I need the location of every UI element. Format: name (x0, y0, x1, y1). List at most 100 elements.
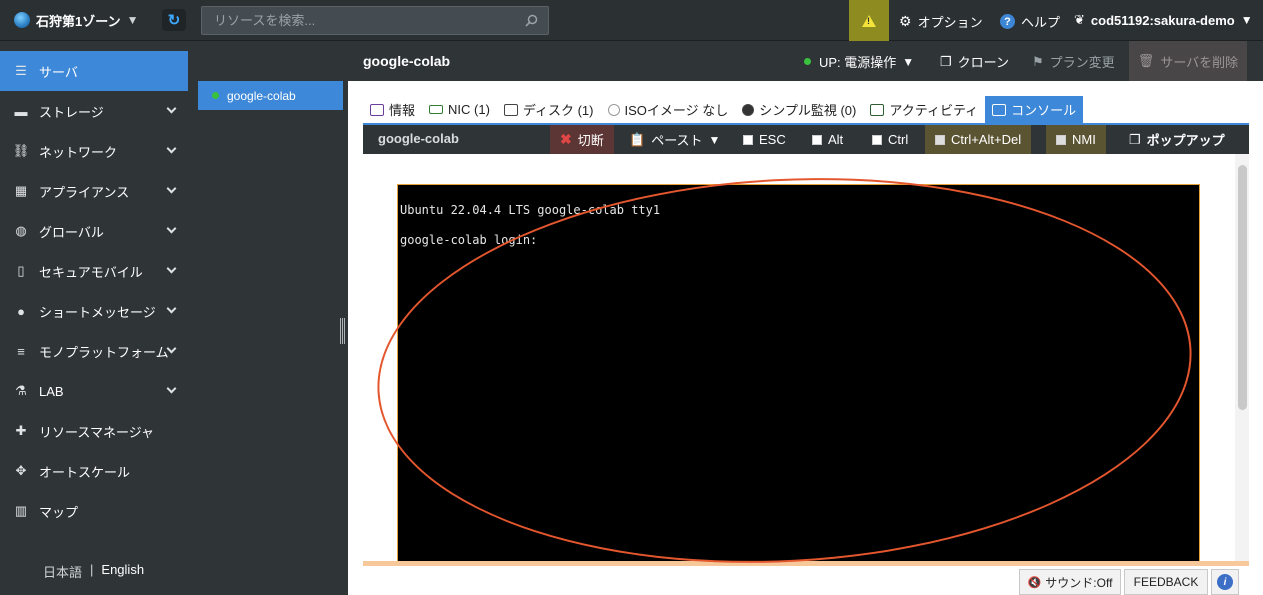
caret-down-icon: ▼ (1240, 13, 1253, 27)
sidebar-item[interactable]: ▯ セキュアモバイル (0, 251, 188, 291)
close-icon: ✖ (560, 131, 572, 147)
tab-activity[interactable]: アクティビティ (863, 96, 985, 123)
feedback-button[interactable]: FEEDBACK (1124, 569, 1208, 595)
chevron-down-icon (166, 223, 177, 234)
user-label: cod51192:sakura-demo (1090, 12, 1235, 28)
info-button[interactable]: i (1211, 569, 1239, 595)
sidebar-item-label: LAB (39, 383, 64, 399)
tab-label: コンソール (1011, 103, 1077, 118)
help-icon: ? (1000, 14, 1015, 29)
keyboard-icon (935, 134, 945, 145)
speaker-muted-icon: 🔇 (1027, 576, 1042, 589)
disconnect-label: 切断 (577, 133, 604, 148)
clone-button[interactable]: ❐ クローン (940, 52, 1009, 71)
power-button[interactable]: UP: 電源操作 ▼ (804, 52, 914, 71)
console-title: google-colab (378, 131, 459, 146)
network-icon: ⛓ (12, 143, 30, 158)
sidebar-item[interactable]: ◍ グローバル (0, 211, 188, 251)
sidebar-item[interactable]: ▬ ストレージ (0, 91, 188, 131)
resize-handle[interactable] (340, 318, 347, 344)
window-icon: ❐ (1129, 131, 1141, 147)
sidebar-item[interactable]: ▥ マップ (0, 491, 188, 531)
puzzle-icon: ✚ (15, 423, 27, 438)
sidebar-item[interactable]: ☰ サーバ (0, 51, 188, 91)
console-screen[interactable]: Ubuntu 22.04.4 LTS google-colab tty1 goo… (397, 184, 1200, 564)
warning-icon: ! (862, 14, 876, 27)
sound-label: サウンド:Off (1045, 575, 1113, 590)
nmi-button[interactable]: NMI (1046, 125, 1106, 154)
sidebar-item[interactable]: ⛓ ネットワーク (0, 131, 188, 171)
sidebar-item-label: ストレージ (39, 104, 104, 120)
paste-label: ペースト (651, 133, 703, 148)
monitor-icon (992, 103, 1007, 116)
status-up-icon (804, 58, 811, 65)
chevron-down-icon (166, 143, 177, 154)
server-icon: ☰ (15, 63, 27, 78)
delete-server-button[interactable]: 🗑 サーバを削除 (1129, 41, 1247, 81)
esc-toggle[interactable]: ESC (733, 125, 796, 154)
sidebar-item-label: ネットワーク (39, 144, 118, 160)
sound-toggle[interactable]: 🔇 サウンド:Off (1019, 569, 1121, 595)
clipboard-icon: 📋 (629, 131, 646, 147)
lang-ja-link[interactable]: 日本語 (43, 562, 82, 581)
alt-label: Alt (828, 132, 844, 147)
keyboard-icon (1056, 134, 1066, 145)
warning-button[interactable]: ! (849, 0, 889, 41)
clone-label: クローン (957, 55, 1010, 70)
sidebar-item[interactable]: ⚗ LAB (0, 371, 188, 411)
cd-icon (607, 103, 620, 116)
storage-icon: ▬ (14, 103, 28, 119)
refresh-icon[interactable]: ↻ (162, 9, 186, 31)
zone-selector[interactable]: 石狩第1ゾーン ▼ (14, 10, 138, 30)
paste-button[interactable]: 📋 ペースト ▼ (619, 125, 730, 154)
status-up-icon (212, 92, 219, 99)
help-link[interactable]: ? ヘルプ (1000, 12, 1060, 31)
tab-info[interactable]: 情報 (363, 96, 422, 123)
options-link[interactable]: ⚙ オプション (899, 12, 983, 31)
server-list-panel (188, 41, 348, 595)
sidebar-item[interactable]: ≡ モノプラットフォーム (0, 331, 188, 371)
search-input[interactable] (212, 12, 512, 29)
page-title: google-colab (363, 53, 451, 69)
plan-change-button[interactable]: ⚑ プラン変更 (1032, 52, 1115, 71)
ctrl-toggle[interactable]: Ctrl (862, 125, 918, 154)
chevron-down-icon (166, 263, 177, 274)
tab-nic[interactable]: NIC (1) (422, 96, 497, 123)
nic-icon (429, 105, 444, 114)
disconnect-button[interactable]: ✖ 切断 (550, 125, 614, 154)
search-icon[interactable] (525, 14, 538, 27)
mobile-icon: ▯ (17, 263, 25, 278)
flask-icon: ⚗ (15, 383, 27, 398)
caret-down-icon: ▼ (708, 132, 721, 147)
search-box (201, 6, 549, 35)
sidebar-item-label: マップ (39, 504, 79, 520)
alt-toggle[interactable]: Alt (802, 125, 853, 154)
user-menu[interactable]: ❦ cod51192:sakura-demo ▼ (1074, 12, 1253, 28)
sidebar-item[interactable]: ▦ アプライアンス (0, 171, 188, 211)
checkbox-icon (743, 134, 753, 145)
ctrl-alt-del-button[interactable]: Ctrl+Alt+Del (925, 125, 1032, 154)
sidebar-item[interactable]: ● ショートメッセージ (0, 291, 188, 331)
tab-console[interactable]: コンソール (985, 96, 1084, 123)
server-list-item[interactable]: google-colab (198, 81, 343, 110)
tab-monitoring[interactable]: シンプル監視 (0) (735, 96, 863, 123)
console-toolbar: google-colab ✖ 切断 📋 ペースト ▼ ESC Alt Ctrl Ctr… (363, 123, 1249, 154)
zone-label: 石狩第1ゾーン (36, 13, 121, 29)
checkbox-icon (812, 134, 822, 145)
disk-icon (503, 103, 518, 116)
scrollbar-thumb[interactable] (1238, 165, 1247, 410)
server-list-item-label: google-colab (227, 88, 296, 103)
lang-en-link[interactable]: English (101, 562, 144, 581)
popup-button[interactable]: ❐ ポップアップ (1119, 125, 1235, 154)
tab-label: 情報 (389, 103, 416, 118)
console-line: google-colab login: (400, 233, 538, 247)
appliance-icon: ▦ (14, 183, 28, 198)
tab-iso[interactable]: ISOイメージ なし (601, 96, 736, 123)
tab-disk[interactable]: ディスク (1) (497, 96, 601, 123)
signpost-icon: ⚑ (1032, 53, 1044, 69)
ctrl-alt-del-label: Ctrl+Alt+Del (951, 132, 1022, 147)
sidebar-item[interactable]: ✥ オートスケール (0, 451, 188, 491)
tab-label: NIC (1) (448, 102, 490, 117)
sidebar-item-label: ショートメッセージ (39, 304, 156, 320)
sidebar-item[interactable]: ✚ リソースマネージャ (0, 411, 188, 451)
